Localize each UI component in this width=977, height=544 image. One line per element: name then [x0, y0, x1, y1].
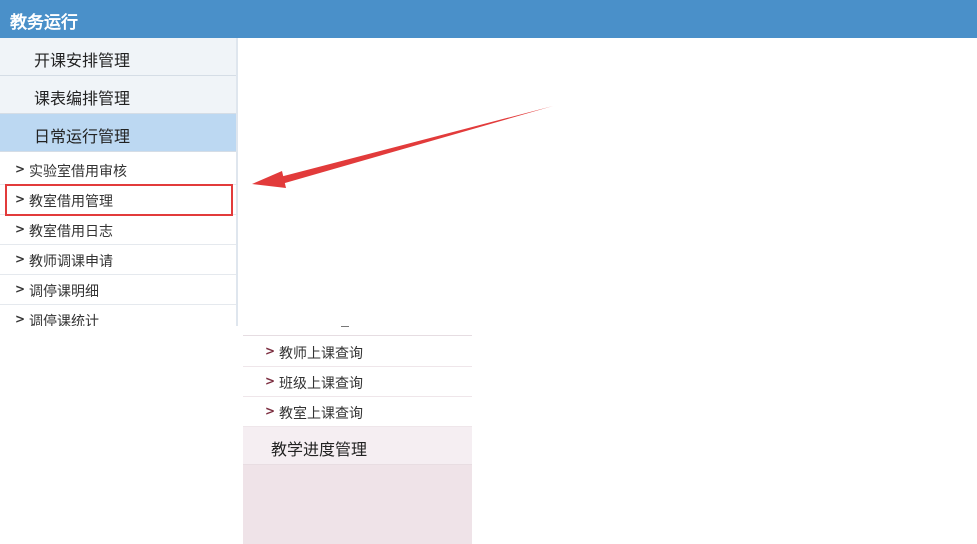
- arrow-shaft: [276, 106, 553, 185]
- annotation-arrow: [252, 106, 553, 188]
- arrow-head: [252, 171, 286, 188]
